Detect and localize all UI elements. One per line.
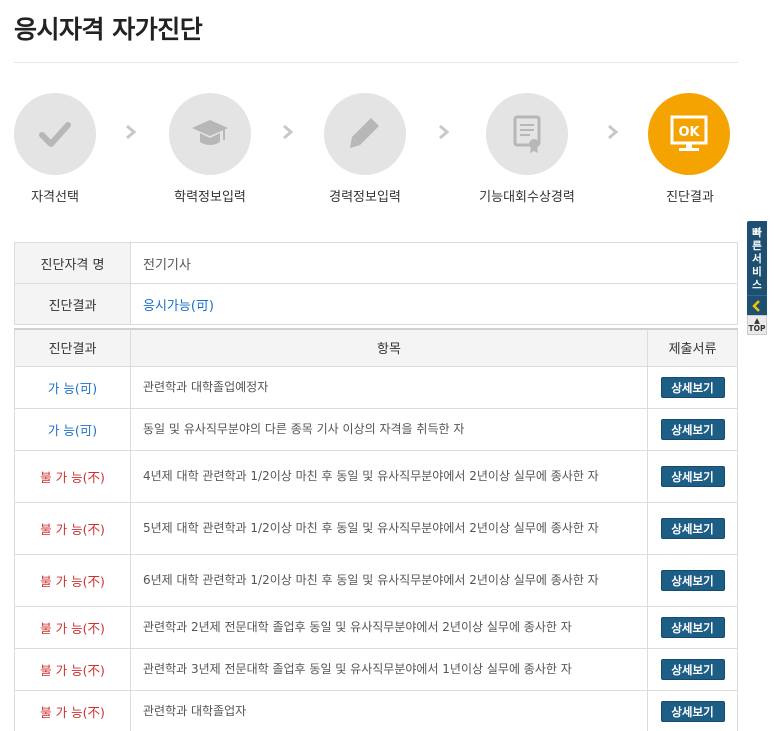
item-text: 5년제 대학 관련학과 1/2이상 마친 후 동일 및 유사직무분야에서 2년이…: [130, 501, 648, 555]
item-text: 관련학과 2년제 전문대학 졸업후 동일 및 유사직무분야에서 2년이상 실무에…: [130, 605, 648, 649]
step-label: 진단결과: [666, 190, 714, 205]
quick-service-label: 빠른서비스: [752, 227, 762, 291]
status-badge: 불 가 능(不): [14, 605, 131, 649]
step-label: 자격선택: [31, 190, 79, 205]
column-header-item: 항목: [130, 328, 648, 367]
item-text: 관련학과 3년제 전문대학 졸업후 동일 및 유사직무분야에서 1년이상 실무에…: [130, 647, 648, 691]
pencil-icon: [324, 93, 406, 175]
item-text: 6년제 대학 관련학과 1/2이상 마친 후 동일 및 유사직무분야에서 2년이…: [130, 553, 648, 607]
monitor-ok-icon: OK: [648, 93, 730, 175]
column-header-result: 진단결과: [14, 328, 131, 367]
column-header-documents: 제출서류: [647, 328, 738, 367]
table-row: 불 가 능(不) 6년제 대학 관련학과 1/2이상 마친 후 동일 및 유사직…: [14, 553, 738, 607]
result-value: 응시가능(可): [130, 283, 738, 325]
table-row: 가 능(可) 동일 및 유사직무분야의 다른 종목 기사 이상의 자격을 취득한…: [14, 407, 738, 451]
table-row: 불 가 능(不) 관련학과 대학졸업자 상세보기: [14, 689, 738, 731]
detail-button[interactable]: 상세보기: [660, 616, 725, 638]
result-label: 진단결과: [14, 283, 131, 325]
detail-button[interactable]: 상세보기: [660, 658, 725, 680]
item-text: 동일 및 유사직무분야의 다른 종목 기사 이상의 자격을 취득한 자: [130, 407, 648, 451]
certificate-icon: [486, 93, 568, 175]
status-badge: 불 가 능(不): [14, 689, 131, 731]
detail-button[interactable]: 상세보기: [660, 700, 725, 722]
item-text: 관련학과 대학졸업자: [130, 689, 648, 731]
detail-button[interactable]: 상세보기: [660, 376, 725, 398]
item-text: 4년제 대학 관련학과 1/2이상 마친 후 동일 및 유사직무분야에서 2년이…: [130, 449, 648, 503]
graduation-cap-icon: [169, 93, 251, 175]
table-row: 가 능(可) 관련학과 대학졸업예정자 상세보기: [14, 365, 738, 409]
quick-service-panel: 빠른서비스 ▲ TOP: [747, 221, 767, 335]
step-label: 경력정보입력: [329, 190, 401, 205]
ok-text: OK: [678, 125, 700, 140]
chevron-left-icon[interactable]: [747, 295, 767, 315]
status-badge: 불 가 능(不): [14, 647, 131, 691]
table-row: 불 가 능(不) 관련학과 2년제 전문대학 졸업후 동일 및 유사직무분야에서…: [14, 605, 738, 649]
step-label: 학력정보입력: [174, 190, 246, 205]
status-badge: 불 가 능(不): [14, 501, 131, 555]
qualification-label: 진단자격 명: [14, 242, 131, 284]
status-badge: 가 능(可): [14, 407, 131, 451]
item-text: 관련학과 대학졸업예정자: [130, 365, 648, 409]
status-badge: 불 가 능(不): [14, 553, 131, 607]
detail-button[interactable]: 상세보기: [660, 569, 725, 591]
table-row: 불 가 능(不) 5년제 대학 관련학과 1/2이상 마친 후 동일 및 유사직…: [14, 501, 738, 555]
detail-button[interactable]: 상세보기: [660, 418, 725, 440]
chevron-right-icon: [125, 124, 137, 144]
top-label: TOP: [748, 324, 766, 333]
step-label: 기능대회수상경력: [479, 190, 575, 205]
detail-button[interactable]: 상세보기: [660, 465, 725, 487]
result-table: 진단결과 항목 제출서류 가 능(可) 관련학과 대학졸업예정자 상세보기 가 …: [14, 328, 738, 731]
status-badge: 가 능(可): [14, 365, 131, 409]
chevron-right-icon: [438, 124, 450, 144]
chevron-right-icon: [607, 124, 619, 144]
qualification-value: 전기기사: [130, 242, 738, 284]
detail-button[interactable]: 상세보기: [660, 517, 725, 539]
progress-steps: 자격선택 학력정보입력 경력정보입력 기능대회수상경력 OK 진단결과: [0, 0, 774, 220]
checkmark-icon: [14, 93, 96, 175]
status-badge: 불 가 능(不): [14, 449, 131, 503]
chevron-right-icon: [282, 124, 294, 144]
diagnosis-info-table: 진단자격 명 전기기사 진단결과 응시가능(可): [14, 242, 738, 325]
table-row: 불 가 능(不) 관련학과 3년제 전문대학 졸업후 동일 및 유사직무분야에서…: [14, 647, 738, 691]
quick-service-tab[interactable]: 빠른서비스: [747, 221, 767, 295]
scroll-top-button[interactable]: ▲ TOP: [747, 315, 767, 335]
table-row: 불 가 능(不) 4년제 대학 관련학과 1/2이상 마친 후 동일 및 유사직…: [14, 449, 738, 503]
